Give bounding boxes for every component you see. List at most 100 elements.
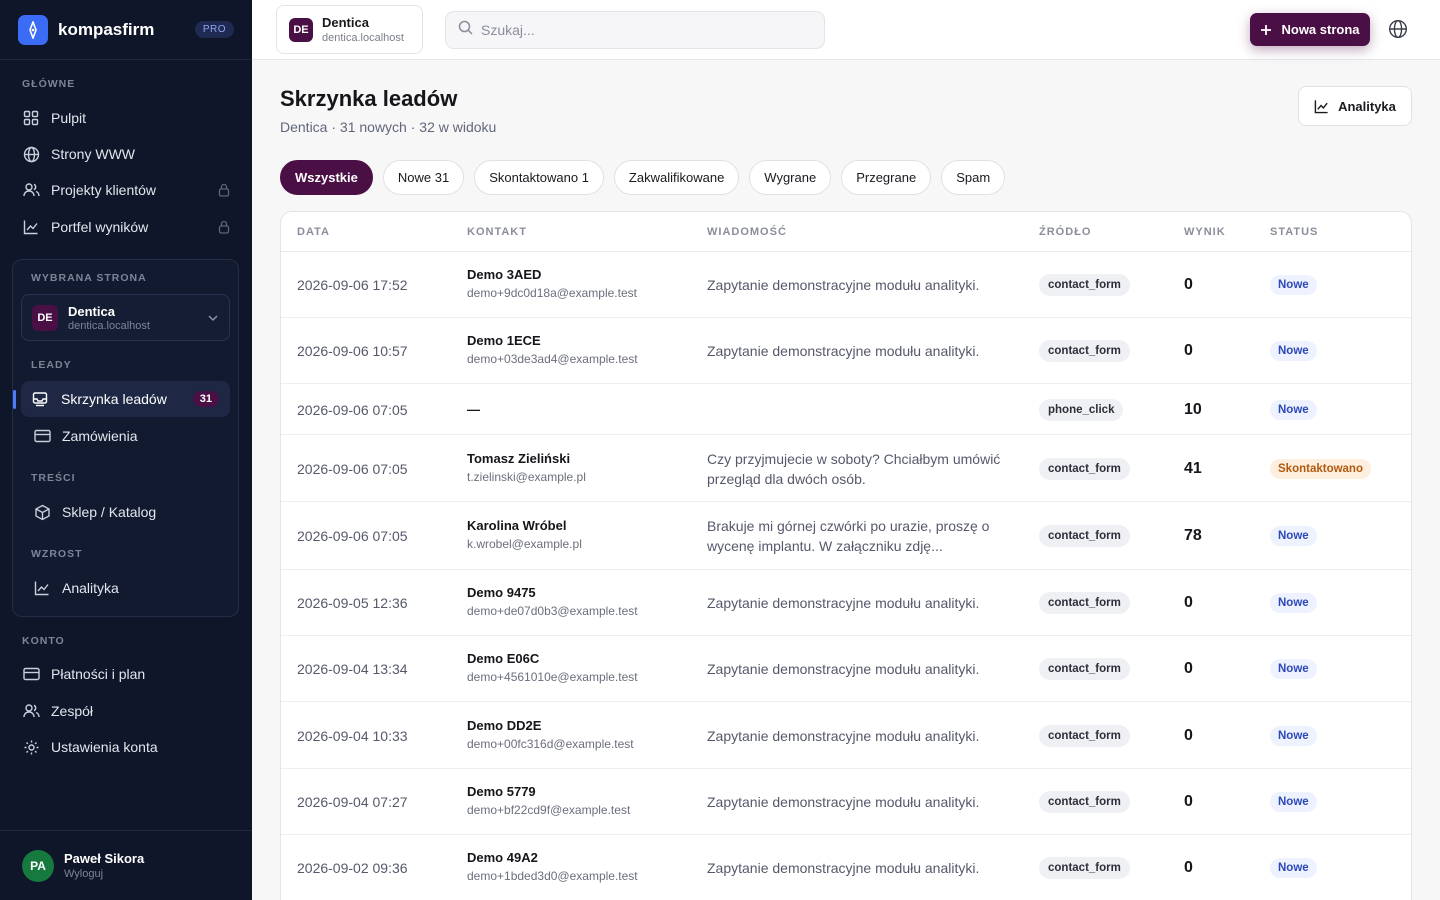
lead-name: Demo 9475: [467, 585, 536, 600]
table-row[interactable]: 2026-09-06 17:52 Demo 3AED demo+9dc0d18a…: [281, 252, 1411, 318]
sidebar-item-websites[interactable]: Strony WWW: [22, 143, 135, 165]
lead-name: Karolina Wróbel: [467, 518, 567, 533]
lead-source-badge: contact_form: [1039, 791, 1130, 813]
filter-contacted[interactable]: Skontaktowano 1: [474, 160, 604, 195]
lead-message: Zapytanie demonstracyjne modułu analityk…: [707, 727, 980, 744]
lead-name: Demo 1ECE: [467, 333, 541, 348]
box-icon: [33, 503, 51, 521]
lead-date: 2026-09-06 07:05: [297, 528, 408, 544]
sidebar-item-label: Strony WWW: [51, 146, 135, 162]
column-header-status[interactable]: STATUS: [1270, 226, 1318, 238]
brand[interactable]: kompasfirm PRO: [0, 0, 252, 60]
lead-message: Zapytanie demonstracyjne modułu analityk…: [707, 343, 980, 359]
sidebar-item-pulpit[interactable]: Pulpit: [22, 107, 86, 129]
column-header-contact[interactable]: KONTAKT: [467, 226, 527, 238]
lead-source-badge: contact_form: [1039, 457, 1130, 480]
chart-icon: [1314, 99, 1329, 114]
lead-score: 0: [1184, 726, 1193, 744]
table-row[interactable]: 2026-09-06 07:05 Karolina Wróbel k.wrobe…: [281, 502, 1411, 570]
sidebar-item-team[interactable]: Zespół: [22, 700, 93, 722]
column-header-score[interactable]: WYNIK: [1184, 226, 1226, 238]
lead-source-badge: contact_form: [1039, 592, 1130, 614]
current-site-chip[interactable]: DE Dentica dentica.localhost: [276, 5, 423, 54]
lead-message: Zapytanie demonstracyjne modułu analityk…: [707, 860, 980, 876]
table-row[interactable]: 2026-09-02 09:36 Demo 49A2 demo+1bded3d0…: [281, 835, 1411, 900]
filter-all[interactable]: Wszystkie: [280, 160, 373, 195]
lead-source-badge: phone_click: [1039, 398, 1124, 421]
column-header-message[interactable]: WIADOMOŚĆ: [707, 226, 787, 238]
column-header-date[interactable]: DATA: [297, 226, 330, 238]
pro-badge: PRO: [194, 21, 234, 38]
status-badge: Skontaktowano: [1270, 458, 1371, 479]
lead-score: 41: [1184, 459, 1202, 477]
lead-email: k.wrobel@example.pl: [467, 537, 582, 551]
lead-email: demo+bf22cd9f@example.test: [467, 803, 631, 817]
analytics-button[interactable]: Analityka: [1298, 86, 1412, 126]
lead-contact: Demo E06C demo+4561010e@example.test: [467, 651, 638, 684]
new-page-button[interactable]: Nowa strona: [1250, 13, 1370, 46]
table-row[interactable]: 2026-09-06 10:57 Demo 1ECE demo+03de3ad4…: [281, 318, 1411, 384]
sidebar-item-account-settings[interactable]: Ustawienia konta: [22, 736, 158, 758]
filter-qualified[interactable]: Zakwalifikowane: [613, 160, 740, 195]
inbox-icon: [32, 390, 50, 408]
lead-contact: Demo 9475 demo+de07d0b3@example.test: [467, 585, 638, 618]
lead-date: 2026-09-04 07:27: [297, 794, 408, 810]
lead-contact: Demo 5779 demo+bf22cd9f@example.test: [467, 784, 630, 817]
lead-contact: —: [467, 402, 480, 417]
lead-score: 0: [1184, 276, 1193, 293]
lead-date: 2026-09-06 10:57: [297, 343, 408, 359]
gear-icon: [22, 738, 40, 756]
table-row[interactable]: 2026-09-04 07:27 Demo 5779 demo+bf22cd9f…: [281, 769, 1411, 835]
lead-count-badge: 31: [192, 391, 219, 407]
logout-link[interactable]: Wyloguj: [64, 868, 144, 880]
section-label-content: TREŚCI: [31, 472, 76, 484]
table-row[interactable]: 2026-09-05 12:36 Demo 9475 demo+de07d0b3…: [281, 570, 1411, 636]
grid-icon: [22, 109, 40, 127]
lock-icon: [218, 220, 230, 234]
chart-icon: [33, 579, 51, 597]
sidebar-item-label: Pulpit: [51, 110, 87, 126]
sidebar-item-analytics[interactable]: Analityka: [33, 577, 119, 599]
sidebar-item-results-portfolio[interactable]: Portfel wyników: [22, 216, 230, 238]
users-icon: [22, 702, 40, 720]
chart-icon: [22, 218, 40, 236]
lead-source-badge: contact_form: [1039, 274, 1130, 296]
table-row[interactable]: 2026-09-04 10:33 Demo DD2E demo+00fc316d…: [281, 702, 1411, 769]
page-subtitle: Dentica · 31 nowych · 32 w widoku: [280, 119, 497, 135]
status-badge: Nowe: [1270, 526, 1317, 546]
language-globe-icon[interactable]: [1388, 19, 1408, 39]
card-icon: [33, 427, 51, 445]
selected-site-panel: WYBRANA STRONA DE Dentica dentica.localh…: [12, 259, 239, 617]
sidebar-item-orders[interactable]: Zamówienia: [33, 425, 137, 447]
table-row[interactable]: 2026-09-06 07:05 — phone_click 10 Nowe: [281, 384, 1411, 435]
search-bar: [445, 11, 825, 49]
sidebar-item-client-projects[interactable]: Projekty klientów: [22, 179, 230, 201]
lead-name: —: [467, 401, 480, 417]
lead-message: Brakuje mi górnej czwórki po urazie, pro…: [707, 518, 990, 554]
sidebar-item-label: Ustawienia konta: [51, 739, 158, 755]
lead-date: 2026-09-06 07:05: [297, 460, 408, 477]
filter-won[interactable]: Wygrane: [749, 160, 832, 195]
sidebar-item-billing[interactable]: Płatności i plan: [22, 663, 145, 685]
lead-date: 2026-09-06 07:05: [297, 401, 408, 418]
lead-source-badge: contact_form: [1039, 724, 1130, 747]
status-badge: Nowe: [1270, 792, 1317, 812]
sidebar-item-label: Portfel wyników: [51, 219, 149, 235]
filter-spam[interactable]: Spam: [941, 160, 1006, 195]
table-row[interactable]: 2026-09-06 07:05 Tomasz Zieliński t.ziel…: [281, 435, 1411, 502]
lead-source-badge: contact_form: [1039, 525, 1130, 547]
user-profile[interactable]: PA Paweł Sikora Wyloguj: [0, 830, 252, 900]
sidebar-item-shop-catalog[interactable]: Sklep / Katalog: [33, 501, 156, 523]
lead-email: demo+4561010e@example.test: [467, 670, 638, 684]
table-row[interactable]: 2026-09-04 13:34 Demo E06C demo+4561010e…: [281, 636, 1411, 702]
filter-new[interactable]: Nowe 31: [382, 160, 465, 195]
search-input[interactable]: [481, 22, 801, 38]
lead-message: Zapytanie demonstracyjne modułu analityk…: [707, 277, 980, 293]
site-avatar: DE: [289, 17, 313, 42]
leads-table: DATA KONTAKT WIADOMOŚĆ ŹRÓDŁO WYNIK STAT…: [280, 211, 1412, 900]
avatar: PA: [22, 849, 54, 882]
filter-lost[interactable]: Przegrane: [841, 160, 932, 195]
column-header-source[interactable]: ŹRÓDŁO: [1039, 226, 1091, 238]
site-selector[interactable]: DE Dentica dentica.localhost: [21, 294, 230, 341]
sidebar-item-lead-inbox[interactable]: Skrzynka leadów 31: [21, 381, 230, 417]
